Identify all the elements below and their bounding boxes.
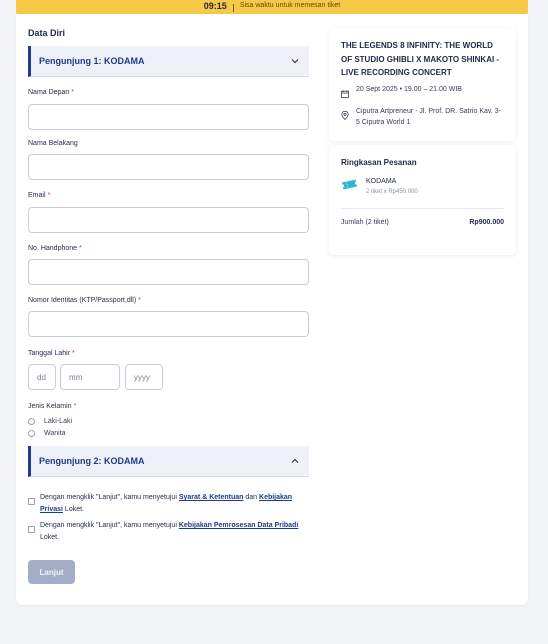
visitor-1-accordion[interactable]: Pengunjung 1: KODAMA xyxy=(28,46,309,77)
chevron-up-icon xyxy=(291,457,299,465)
last-name-label: Nama Belakang xyxy=(28,140,78,147)
event-date: 20 Sept 2025 • 19.00 – 21.00 WIB xyxy=(341,84,504,103)
timer-divider xyxy=(232,4,234,12)
visitor-2-label: Pengunjung 2: KODAMA xyxy=(39,456,145,466)
first-name-field[interactable] xyxy=(28,104,309,130)
consent-data-processing: Dengan mengklik "Lanjut", kamu menyetuju… xyxy=(28,520,309,544)
ticket-line: KODAMA 2 tiket x Rp450.000 xyxy=(341,178,504,196)
birth-day-input[interactable]: dd xyxy=(28,364,56,390)
id-number-field[interactable] xyxy=(28,311,309,337)
timer-bar: 09:15 Sisa waktu untuk memesan tiket xyxy=(16,0,528,14)
event-card: THE LEGENDS 8 INFINITY: THE WORLD OF STU… xyxy=(329,28,516,141)
consent-terms: Dengan mengklik "Lanjut", kamu menyetuju… xyxy=(28,492,309,516)
birth-year-input[interactable]: yyyy xyxy=(125,364,163,390)
phone-field[interactable] xyxy=(28,259,309,285)
order-summary: Ringkasan Pesanan KODAMA 2 tiket x Rp450… xyxy=(329,145,516,255)
summary-divider xyxy=(341,208,504,209)
location-pin-icon xyxy=(341,106,350,128)
event-title: THE LEGENDS 8 INFINITY: THE WORLD OF STU… xyxy=(341,41,500,77)
gender-female-radio[interactable] xyxy=(28,430,35,437)
total-label: Jumlah (2 tiket) xyxy=(341,219,389,226)
event-venue: Ciputra Artpreneur - Jl. Prof. DR. Satri… xyxy=(341,106,504,128)
checkout-card: Data Diri Pengunjung 1: KODAMA Nama Depa… xyxy=(16,14,528,605)
continue-button[interactable]: Lanjut xyxy=(28,560,75,584)
ticket-detail: 2 tiket x Rp450.000 xyxy=(366,189,418,195)
consent-terms-checkbox[interactable] xyxy=(28,498,35,505)
timer-message: Sisa waktu untuk memesan tiket xyxy=(239,2,341,9)
id-number-label: Nomor Identitas (KTP/Passport,dll) * xyxy=(28,297,141,304)
chevron-down-icon xyxy=(291,57,299,65)
gender-label: Jenis Kelamin * xyxy=(28,403,77,410)
calendar-icon xyxy=(341,84,350,103)
summary-title: Ringkasan Pesanan xyxy=(341,158,417,167)
consent-data-checkbox[interactable] xyxy=(28,526,35,533)
data-processing-link[interactable]: Kebijakan Pemrosesan Data Pribadi xyxy=(179,522,298,529)
phone-label: No. Handphone * xyxy=(28,245,82,252)
gender-option-male[interactable]: Laki-Laki xyxy=(28,418,72,425)
terms-link[interactable]: Syarat & Ketentuan xyxy=(179,494,244,501)
first-name-label: Nama Depan * xyxy=(28,89,74,96)
birth-month-input[interactable]: mm xyxy=(60,364,120,390)
total-value: Rp900.000 xyxy=(469,219,504,226)
total-row: Jumlah (2 tiket) Rp900.000 xyxy=(341,219,504,226)
birthdate-label: Tanggal Lahir * xyxy=(28,350,75,357)
email-field[interactable] xyxy=(28,207,309,233)
last-name-field[interactable] xyxy=(28,154,309,180)
visitor-1-label: Pengunjung 1: KODAMA xyxy=(39,56,145,66)
gender-option-female[interactable]: Wanita xyxy=(28,430,66,437)
countdown-timer: 09:15 xyxy=(203,1,227,11)
section-title: Data Diri xyxy=(28,28,66,38)
email-label: Email * xyxy=(28,192,51,199)
ticket-icon xyxy=(341,178,358,196)
ticket-name: KODAMA xyxy=(366,178,397,185)
visitor-2-accordion[interactable]: Pengunjung 2: KODAMA xyxy=(28,446,309,477)
gender-male-radio[interactable] xyxy=(28,418,35,425)
